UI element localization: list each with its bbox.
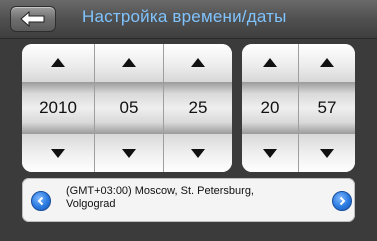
day-value: 25 bbox=[164, 82, 232, 134]
triangle-up-icon bbox=[122, 58, 136, 67]
minute-down-button[interactable] bbox=[299, 134, 355, 172]
month-value: 05 bbox=[95, 82, 163, 134]
day-up-button[interactable] bbox=[164, 44, 232, 82]
minute-up-button[interactable] bbox=[299, 44, 355, 82]
timezone-next-button[interactable] bbox=[332, 191, 352, 211]
timezone-selector: (GMT+03:00) Moscow, St. Petersburg, Volg… bbox=[22, 178, 355, 222]
triangle-down-icon bbox=[122, 149, 136, 158]
chevron-right-icon bbox=[339, 196, 346, 206]
year-up-button[interactable] bbox=[22, 44, 94, 82]
triangle-down-icon bbox=[263, 149, 277, 158]
datetime-settings-screen: Настройка времени/даты 2010 05 25 20 57 … bbox=[0, 0, 377, 241]
minute-column: 57 bbox=[299, 44, 355, 172]
year-column: 2010 bbox=[22, 44, 94, 172]
timezone-label: (GMT+03:00) Moscow, St. Petersburg, Volg… bbox=[66, 185, 321, 211]
day-down-button[interactable] bbox=[164, 134, 232, 172]
year-down-button[interactable] bbox=[22, 134, 94, 172]
triangle-up-icon bbox=[263, 58, 277, 67]
timezone-label-line2: Volgograd bbox=[66, 198, 116, 210]
back-arrow-icon bbox=[20, 11, 45, 27]
month-column: 05 bbox=[95, 44, 163, 172]
triangle-down-icon bbox=[191, 149, 205, 158]
month-up-button[interactable] bbox=[95, 44, 163, 82]
triangle-down-icon bbox=[51, 149, 65, 158]
triangle-up-icon bbox=[51, 58, 65, 67]
year-value: 2010 bbox=[22, 82, 94, 134]
triangle-up-icon bbox=[320, 58, 334, 67]
timezone-label-line1: (GMT+03:00) Moscow, St. Petersburg, bbox=[66, 185, 254, 197]
minute-value: 57 bbox=[299, 82, 355, 134]
hour-down-button[interactable] bbox=[242, 134, 298, 172]
triangle-up-icon bbox=[191, 58, 205, 67]
hour-column: 20 bbox=[242, 44, 298, 172]
day-column: 25 bbox=[164, 44, 232, 172]
chevron-left-icon bbox=[37, 196, 44, 206]
date-picker: 2010 05 25 bbox=[22, 44, 232, 172]
header-bar: Настройка времени/даты bbox=[0, 0, 377, 39]
triangle-down-icon bbox=[320, 149, 334, 158]
page-title: Настройка времени/даты bbox=[82, 7, 287, 26]
timezone-prev-button[interactable] bbox=[31, 191, 51, 211]
hour-value: 20 bbox=[242, 82, 298, 134]
hour-up-button[interactable] bbox=[242, 44, 298, 82]
month-down-button[interactable] bbox=[95, 134, 163, 172]
time-picker: 20 57 bbox=[242, 44, 355, 172]
back-button[interactable] bbox=[10, 6, 56, 32]
